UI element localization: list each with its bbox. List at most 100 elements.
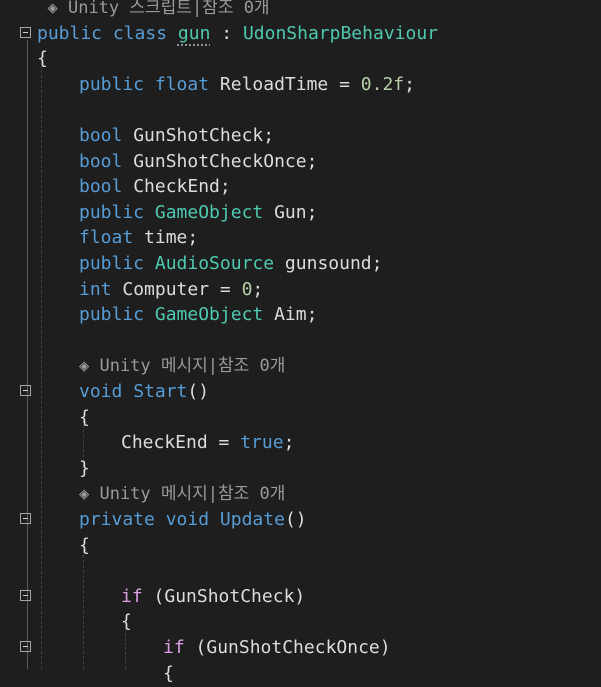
- code-token: ;: [283, 432, 295, 454]
- code-token: time;: [133, 227, 199, 249]
- code-token: (): [187, 381, 210, 402]
- code-text: public class gun : UdonSharpBehaviour: [37, 21, 438, 47]
- code-token: AudioSource: [154, 253, 275, 274]
- code-line[interactable]: {: [0, 46, 601, 72]
- code-token: gunsound;: [274, 253, 383, 274]
- code-token: (GunShotCheck): [142, 585, 306, 607]
- code-text: ◈ Unity 메시지|참조 0개: [79, 353, 285, 379]
- code-token: bool: [79, 150, 123, 172]
- code-text: public GameObject Gun;: [79, 200, 317, 226]
- code-line[interactable]: public AudioSource gunsound;: [0, 251, 601, 277]
- code-token: Update: [219, 509, 285, 530]
- code-token: private: [79, 509, 155, 530]
- collapse-icon[interactable]: [20, 589, 31, 601]
- code-line[interactable]: ◈ Unity 메시지|참조 0개: [0, 353, 601, 379]
- code-line[interactable]: ◈ Unity 메시지|참조 0개: [0, 481, 601, 507]
- code-token: (): [284, 509, 307, 530]
- code-token: {: [37, 48, 48, 70]
- code-line[interactable]: {: [0, 405, 601, 431]
- code-text: bool CheckEnd;: [79, 174, 231, 200]
- code-token: bool: [79, 125, 123, 146]
- code-line[interactable]: bool GunShotCheck;: [0, 123, 601, 149]
- code-text: void Start(): [79, 379, 209, 405]
- code-token: true: [240, 432, 284, 454]
- code-line[interactable]: public GameObject Aim;: [0, 302, 601, 328]
- code-token: int: [79, 278, 112, 300]
- code-line[interactable]: {: [0, 661, 601, 687]
- code-text: {: [79, 405, 90, 431]
- code-line[interactable]: public GameObject Gun;: [0, 200, 601, 226]
- code-line[interactable]: bool GunShotCheckOnce;: [0, 149, 601, 175]
- code-token: gun: [177, 22, 211, 44]
- code-text: {: [37, 46, 48, 72]
- code-line[interactable]: if (GunShotCheckOnce): [0, 635, 601, 661]
- code-line[interactable]: }: [0, 456, 601, 482]
- collapse-icon[interactable]: [20, 26, 31, 38]
- code-line[interactable]: [0, 558, 601, 584]
- code-line[interactable]: ◈ Unity 스크립트|참조 0개: [0, 0, 601, 21]
- code-text: {: [79, 533, 90, 559]
- code-line[interactable]: bool CheckEnd;: [0, 174, 601, 200]
- code-token: public: [79, 73, 145, 95]
- collapse-icon[interactable]: [20, 385, 31, 396]
- code-token: CheckEnd =: [121, 432, 241, 454]
- code-text: if (GunShotCheck): [121, 584, 305, 610]
- code-text: if (GunShotCheckOnce): [163, 635, 391, 661]
- code-line[interactable]: float time;: [0, 225, 601, 251]
- code-token: public: [79, 304, 145, 326]
- code-token: {: [163, 662, 174, 684]
- code-token: (GunShotCheckOnce): [184, 637, 391, 658]
- code-token: public: [79, 253, 145, 274]
- code-line[interactable]: [0, 97, 601, 123]
- code-token: public: [79, 201, 145, 223]
- code-token: }: [79, 457, 90, 479]
- code-line[interactable]: {: [0, 609, 601, 635]
- code-text: }: [79, 456, 90, 482]
- code-text: bool GunShotCheckOnce;: [79, 149, 317, 175]
- code-token: :: [210, 22, 243, 44]
- collapse-icon[interactable]: [20, 513, 31, 524]
- code-token: Gun;: [263, 201, 318, 223]
- code-token: CheckEnd;: [122, 176, 231, 198]
- code-token: if: [163, 637, 185, 658]
- code-line[interactable]: public float ReloadTime = 0.2f;: [0, 72, 601, 98]
- code-line[interactable]: if (GunShotCheck): [0, 584, 601, 610]
- code-token: float: [79, 227, 134, 249]
- code-token: Aim;: [263, 304, 318, 326]
- collapse-icon[interactable]: [20, 641, 31, 652]
- codelens-reference-info[interactable]: ◈ Unity 메시지|참조 0개: [79, 484, 285, 504]
- code-text: ◈ Unity 메시지|참조 0개: [79, 481, 285, 507]
- code-token: Computer =: [111, 278, 242, 300]
- code-token: Start: [133, 381, 188, 402]
- codelens-reference-info[interactable]: ◈ Unity 메시지|참조 0개: [79, 356, 285, 376]
- code-line[interactable]: int Computer = 0;: [0, 277, 601, 303]
- code-token: 0.2f: [360, 73, 405, 95]
- code-token: UdonSharpBehaviour: [242, 22, 439, 44]
- code-line[interactable]: [0, 328, 601, 354]
- code-token: if: [121, 585, 143, 607]
- code-line[interactable]: private void Update(): [0, 507, 601, 533]
- code-text: public GameObject Aim;: [79, 302, 317, 328]
- code-token: ReloadTime =: [209, 73, 361, 95]
- code-token: GameObject: [154, 304, 264, 326]
- code-token: class: [112, 22, 168, 44]
- code-text: float time;: [79, 225, 198, 251]
- code-token: 0: [241, 278, 253, 300]
- code-token: GunShotCheckOnce;: [122, 150, 318, 172]
- code-line[interactable]: {: [0, 533, 601, 559]
- code-line[interactable]: void Start(): [0, 379, 601, 405]
- code-text: public float ReloadTime = 0.2f;: [79, 72, 415, 98]
- code-token: GunShotCheck;: [122, 125, 275, 146]
- code-line[interactable]: CheckEnd = true;: [0, 430, 601, 456]
- code-token: ;: [252, 278, 264, 300]
- codelens-reference-info[interactable]: ◈ Unity 스크립트|참조 0개: [48, 0, 270, 18]
- code-token: ;: [404, 73, 415, 95]
- code-line[interactable]: public class gun : UdonSharpBehaviour: [0, 21, 601, 47]
